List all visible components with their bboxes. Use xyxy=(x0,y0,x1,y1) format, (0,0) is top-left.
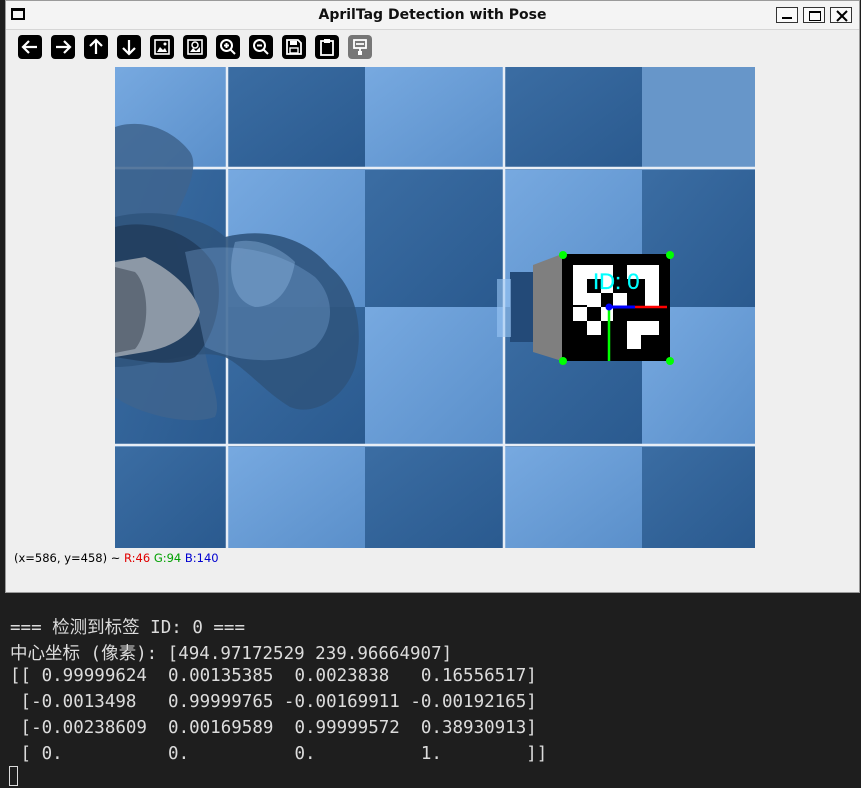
pan-up-button[interactable] xyxy=(84,35,108,59)
floor-tile xyxy=(228,67,365,167)
cursor-coordinates: (x=586, y=458) ~ xyxy=(14,551,121,565)
floor-tile xyxy=(642,67,755,167)
tag-id-label: ID: 0 xyxy=(593,269,639,294)
target-box-side xyxy=(497,279,511,337)
pan-down-button[interactable] xyxy=(117,35,141,59)
title-bar[interactable]: AprilTag Detection with Pose xyxy=(6,1,859,30)
floor-tile xyxy=(642,447,755,548)
zoom-region-icon xyxy=(187,39,203,55)
status-bar: (x=586, y=458) ~ R:46 G:94 B:140 xyxy=(14,551,219,565)
terminal-line: [-0.0013498 0.99999765 -0.00169911 -0.00… xyxy=(10,692,537,712)
zoom-out-icon xyxy=(253,39,269,55)
copy-to-clipboard-button[interactable] xyxy=(315,35,339,59)
terminal-cursor xyxy=(9,766,18,786)
terminal-line: [ 0. 0. 0. 1. ]] xyxy=(10,744,548,764)
zoom-region-button[interactable] xyxy=(183,35,207,59)
pixel-red-value: R:46 xyxy=(124,551,151,565)
window-title: AprilTag Detection with Pose xyxy=(318,7,547,23)
zoom-fit-button[interactable] xyxy=(150,35,174,59)
floor-tile xyxy=(365,67,503,167)
save-icon xyxy=(286,39,302,55)
zoom-out-button[interactable] xyxy=(249,35,273,59)
floor-tile xyxy=(115,447,226,548)
arrow-right-icon xyxy=(56,40,72,54)
floor-tile xyxy=(365,170,503,307)
arrow-up-icon xyxy=(89,38,103,54)
floor-tile xyxy=(505,67,642,167)
tag-corner-point xyxy=(559,357,567,365)
close-icon xyxy=(836,10,848,22)
properties-icon xyxy=(353,39,367,55)
floor-tile xyxy=(228,447,365,548)
maximize-button[interactable] xyxy=(803,7,825,23)
app-window: AprilTag Detection with Pose ID: 0 (x=58… xyxy=(5,0,860,593)
terminal-line: === 检测到标签 ID: 0 === xyxy=(10,618,246,638)
properties-button[interactable] xyxy=(348,35,372,59)
zoom-in-icon xyxy=(220,39,236,55)
arrow-left-icon xyxy=(21,40,37,54)
tag-corner-point xyxy=(666,357,674,365)
terminal-line: 中心坐标 (像素): [494.97172529 239.96664907] xyxy=(10,644,453,664)
tag-corner-point xyxy=(666,251,674,259)
pixel-blue-value: B:140 xyxy=(184,551,219,565)
terminal-output[interactable]: === 检测到标签 ID: 0 === 中心坐标 (像素): [494.9717… xyxy=(0,596,861,788)
tag-corner-point xyxy=(559,251,567,259)
pan-left-button[interactable] xyxy=(18,35,42,59)
floor-tile xyxy=(365,447,503,548)
arrow-down-icon xyxy=(122,40,136,56)
terminal-line: [-0.00238609 0.00169589 0.99999572 0.389… xyxy=(10,718,537,738)
tag-center-point xyxy=(605,303,613,311)
minimize-button[interactable] xyxy=(776,7,798,23)
zoom-in-button[interactable] xyxy=(216,35,240,59)
image-viewport[interactable]: ID: 0 xyxy=(115,67,755,548)
close-button[interactable] xyxy=(830,7,852,23)
image-icon xyxy=(154,39,170,55)
save-button[interactable] xyxy=(282,35,306,59)
clipboard-icon xyxy=(320,39,334,56)
pan-right-button[interactable] xyxy=(51,35,75,59)
floor-tile xyxy=(505,447,642,548)
pixel-green-value: G:94 xyxy=(153,551,182,565)
floor-tile xyxy=(365,307,503,444)
terminal-line: [[ 0.99999624 0.00135385 0.0023838 0.165… xyxy=(10,666,537,686)
target-box-side xyxy=(533,254,562,361)
camera-image: ID: 0 xyxy=(115,67,755,548)
